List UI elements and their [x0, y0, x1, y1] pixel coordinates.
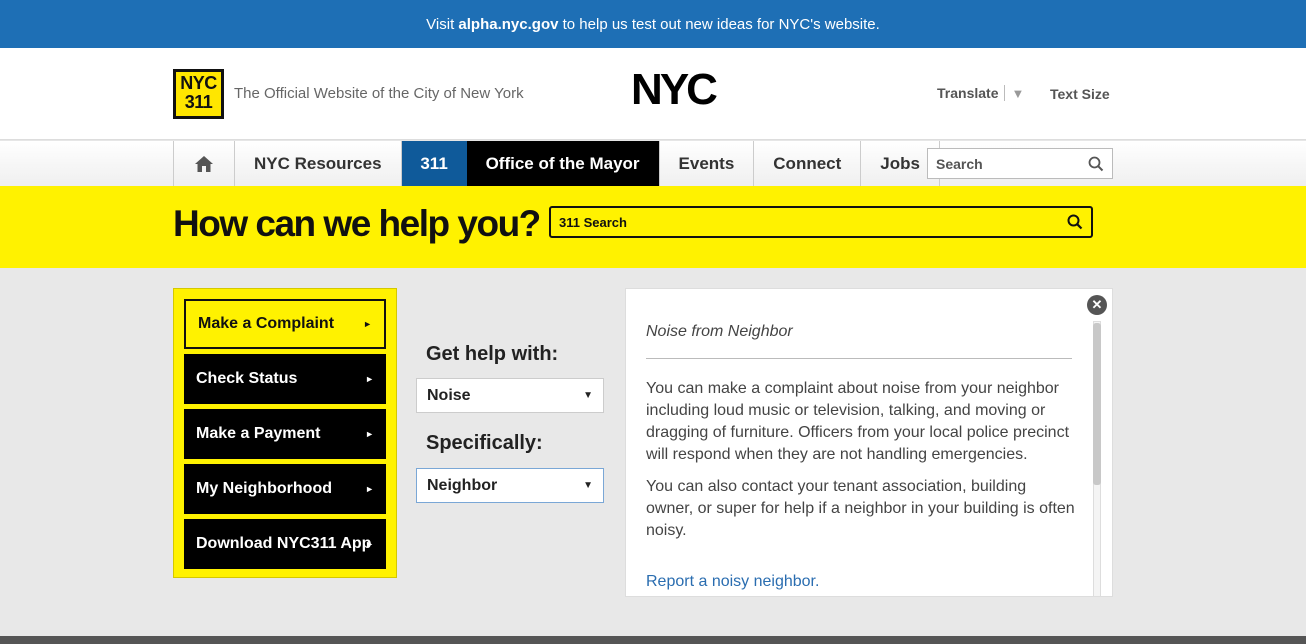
- search-icon[interactable]: [1088, 156, 1104, 172]
- make-payment-button[interactable]: Make a Payment ►: [184, 409, 386, 459]
- report-noisy-neighbor-link[interactable]: Report a noisy neighbor.: [646, 573, 819, 591]
- make-payment-label: Make a Payment: [196, 425, 321, 442]
- download-app-button[interactable]: Download NYC311 App ►: [184, 519, 386, 569]
- make-complaint-label: Make a Complaint: [198, 315, 335, 332]
- specifically-select[interactable]: Neighbor ▼: [416, 468, 604, 503]
- detail-panel: ✕ Noise from Neighbor You can make a com…: [625, 288, 1113, 597]
- nav-office-of-the-mayor[interactable]: Office of the Mayor: [466, 141, 659, 186]
- detail-title: Noise from Neighbor: [646, 323, 793, 340]
- chevron-down-icon[interactable]: ▼: [1011, 86, 1024, 101]
- check-status-label: Check Status: [196, 370, 298, 387]
- nyc311-logo[interactable]: NYC 311: [173, 69, 224, 119]
- help-title: How can we help you?: [173, 203, 541, 244]
- banner-prefix: Visit: [426, 15, 455, 33]
- search-icon[interactable]: [1067, 214, 1083, 230]
- make-complaint-button[interactable]: Make a Complaint ►: [184, 299, 386, 349]
- site-search-placeholder: Search: [936, 155, 983, 172]
- chevron-right-icon: ►: [365, 374, 374, 384]
- main-nav: NYC Resources 311 Office of the Mayor Ev…: [0, 141, 1306, 186]
- translate-label: Translate: [937, 85, 999, 101]
- logo311-line2: 311: [184, 92, 213, 112]
- site-search-input[interactable]: Search: [927, 148, 1113, 179]
- nav-home[interactable]: [173, 141, 234, 186]
- specifically-value: Neighbor: [427, 476, 498, 494]
- site-header: NYC 311 The Official Website of the City…: [0, 48, 1306, 140]
- chevron-right-icon: ►: [365, 429, 374, 439]
- divider: [646, 358, 1072, 359]
- nav-311[interactable]: 311: [400, 141, 467, 186]
- home-icon: [195, 155, 213, 172]
- 311-search-input[interactable]: 311 Search: [549, 206, 1093, 238]
- specifically-label: Specifically:: [426, 432, 543, 454]
- download-app-label: Download NYC311 App: [196, 535, 372, 552]
- check-status-button[interactable]: Check Status ►: [184, 354, 386, 404]
- nyc-logo[interactable]: NYC: [618, 68, 728, 110]
- scrollbar-thumb[interactable]: [1093, 323, 1101, 485]
- detail-paragraph-2: You can also contact your tenant associa…: [646, 478, 1075, 539]
- chevron-right-icon: ►: [365, 484, 374, 494]
- chevron-right-icon: ►: [363, 319, 372, 329]
- site-tagline: The Official Website of the City of New …: [234, 85, 524, 102]
- nav-connect[interactable]: Connect: [753, 141, 860, 186]
- chevron-down-icon: ▼: [583, 390, 593, 401]
- text-size-button[interactable]: Text Size: [1050, 86, 1110, 102]
- my-neighborhood-button[interactable]: My Neighborhood ►: [184, 464, 386, 514]
- get-help-value: Noise: [427, 386, 471, 404]
- my-neighborhood-label: My Neighborhood: [196, 480, 332, 497]
- close-icon[interactable]: ✕: [1087, 295, 1107, 315]
- translate-control[interactable]: Translate ▼: [937, 85, 1024, 101]
- alpha-link[interactable]: alpha.nyc.gov: [458, 16, 558, 33]
- nav-nyc-resources[interactable]: NYC Resources: [234, 141, 401, 186]
- footer-edge: [0, 636, 1306, 644]
- help-band: How can we help you? 311 Search: [0, 186, 1306, 268]
- get-help-label: Get help with:: [426, 343, 559, 365]
- 311-search-placeholder: 311 Search: [559, 214, 627, 230]
- get-help-select[interactable]: Noise ▼: [416, 378, 604, 413]
- logo311-line1: NYC: [180, 73, 217, 93]
- action-menu: Make a Complaint ► Check Status ► Make a…: [173, 288, 397, 578]
- detail-paragraph-1: You can make a complaint about noise fro…: [646, 380, 1070, 463]
- nyc-logo-text: NYC: [631, 68, 717, 110]
- chevron-right-icon: ►: [365, 539, 374, 549]
- translate-divider: [1004, 85, 1006, 101]
- nav-events[interactable]: Events: [658, 141, 754, 186]
- banner-suffix: to help us test out new ideas for NYC's …: [562, 15, 880, 33]
- alpha-banner: Visit alpha.nyc.gov to help us test out …: [0, 0, 1306, 48]
- chevron-down-icon: ▼: [583, 480, 593, 491]
